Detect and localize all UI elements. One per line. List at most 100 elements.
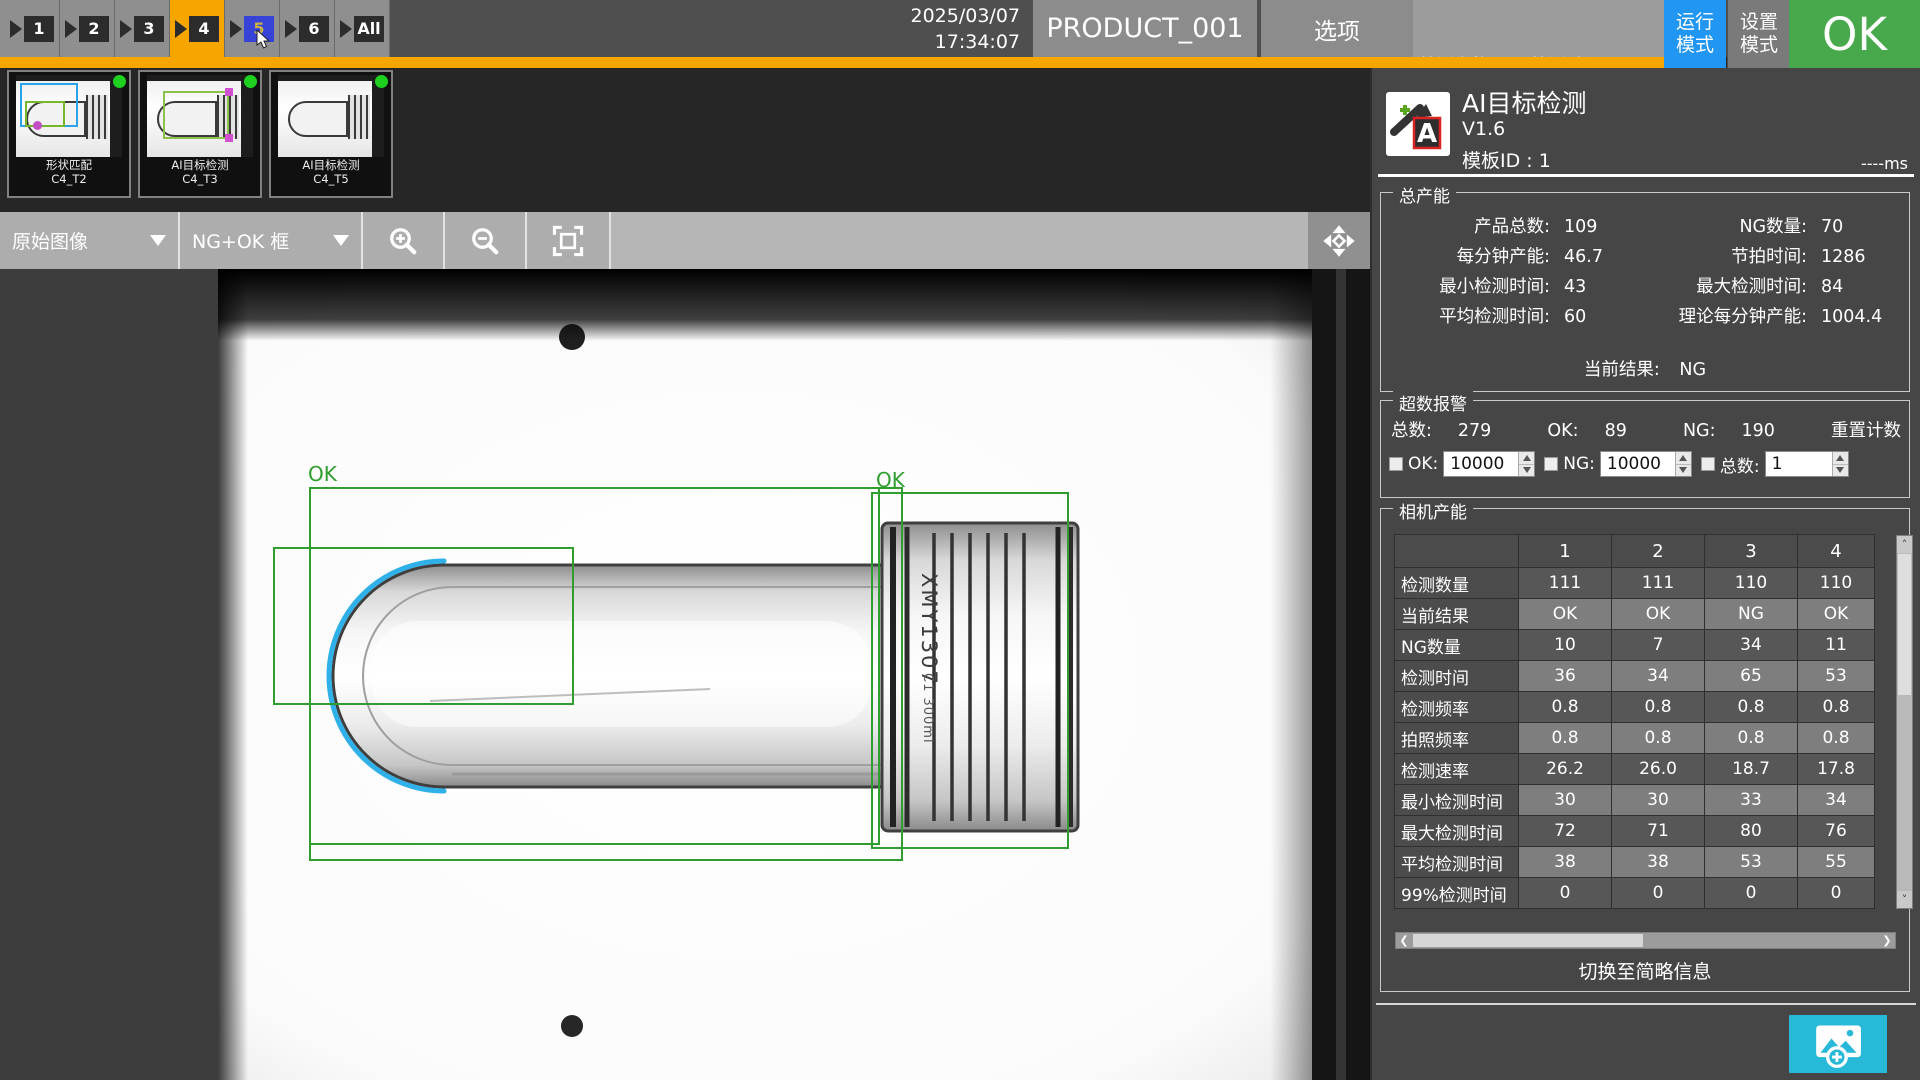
table-cell: 7 xyxy=(1611,629,1705,661)
spinner-up-button[interactable] xyxy=(1833,452,1848,465)
table-cell: 36 xyxy=(1518,660,1612,692)
zoom-out-button[interactable] xyxy=(445,212,527,269)
product-selector[interactable]: PRODUCT_001 xyxy=(1033,0,1257,57)
tool-thumbnail[interactable]: 形状匹配 C4_T2 xyxy=(7,70,131,198)
table-header-row: 1 2 3 4 xyxy=(1395,535,1896,568)
stat-label: 节拍时间: xyxy=(1642,243,1807,268)
preform-neck xyxy=(882,523,1078,831)
current-result-value: NG xyxy=(1679,360,1706,380)
fixture-screw-top xyxy=(559,324,585,350)
spinner-down-button[interactable] xyxy=(1833,465,1848,477)
scrollbar-thumb[interactable] xyxy=(1413,934,1643,947)
thumbnail-caption: AI目标检测 C4_T5 xyxy=(302,158,359,186)
total-threshold-label: 总数: xyxy=(1720,452,1760,477)
ng-threshold-input[interactable]: 10000 xyxy=(1601,452,1675,476)
options-button[interactable]: 选项 xyxy=(1259,0,1413,57)
row-label: 检测频率 xyxy=(1394,691,1519,723)
row-label: 平均检测时间 xyxy=(1394,846,1519,878)
switch-to-brief-info-button[interactable]: 切换至简略信息 xyxy=(1381,957,1909,984)
stat-label: NG数量: xyxy=(1642,213,1807,238)
alarm-count-label: 总数: xyxy=(1391,421,1432,441)
reset-count-button[interactable]: 重置计数 xyxy=(1831,417,1901,442)
table-cell: 0 xyxy=(1518,877,1612,909)
tool-thumbnail[interactable]: AI目标检测 C4_T3 xyxy=(138,70,262,198)
add-image-icon xyxy=(1807,1020,1869,1068)
zoom-in-button[interactable] xyxy=(363,212,445,269)
image-source-dropdown[interactable]: 原始图像 xyxy=(0,212,180,269)
row-label: 最大检测时间 xyxy=(1394,815,1519,847)
scroll-down-arrow-icon[interactable]: ˅ xyxy=(1897,891,1912,908)
fixture-screw-bottom xyxy=(561,1015,583,1037)
table-cell: 30 xyxy=(1611,784,1705,816)
mouse-cursor-icon xyxy=(256,30,271,49)
count-alarm-group: 超数报警 总数:279 OK:89 NG:190 重置计数 OK: 10000 xyxy=(1380,400,1910,498)
thumbnail-image xyxy=(16,75,122,157)
table-row: 99%检测时间 0 0 0 0 xyxy=(1395,878,1896,909)
stat-label: 理论每分钟产能: xyxy=(1642,303,1807,328)
status-dot xyxy=(244,75,257,88)
table-vertical-scrollbar[interactable]: ˄ ˅ xyxy=(1896,535,1913,909)
table-horizontal-scrollbar[interactable]: ❮ ❯ xyxy=(1395,932,1896,949)
tool-thumbnail[interactable]: AI目标检测 C4_T5 xyxy=(269,70,393,198)
column-header: 1 xyxy=(1518,534,1612,568)
table-row: NG数量 10 7 34 11 xyxy=(1395,630,1896,661)
table-cell: 0.8 xyxy=(1518,691,1612,723)
camera-tab[interactable]: 6 xyxy=(280,0,335,57)
zoom-in-icon xyxy=(388,226,418,256)
run-mode-button[interactable]: 运行 模式 xyxy=(1664,0,1726,68)
camera-tab[interactable]: All xyxy=(335,0,390,57)
table-cell: 0 xyxy=(1611,877,1705,909)
image-source-value: 原始图像 xyxy=(12,227,88,254)
table-row: 最大检测时间 72 71 80 76 xyxy=(1395,816,1896,847)
stat-label: 产品总数: xyxy=(1385,213,1550,238)
total-threshold-checkbox[interactable] xyxy=(1701,457,1715,471)
camera-tab[interactable]: 4 xyxy=(170,0,225,57)
spinner-down-button[interactable] xyxy=(1519,465,1534,477)
spinner-up-button[interactable] xyxy=(1676,452,1691,465)
panel-divider xyxy=(1376,1003,1916,1005)
thumb-green-box xyxy=(25,101,65,127)
table-row: 最小检测时间 30 30 33 34 xyxy=(1395,785,1896,816)
stat-value: 1286 xyxy=(1821,247,1899,267)
ok-threshold-checkbox[interactable] xyxy=(1389,457,1403,471)
setup-mode-button[interactable]: 设置 模式 xyxy=(1727,0,1790,68)
spinner-up-button[interactable] xyxy=(1519,452,1534,465)
scroll-left-arrow-icon[interactable]: ❮ xyxy=(1396,933,1412,948)
zoom-out-icon xyxy=(470,226,500,256)
table-cell: 33 xyxy=(1704,784,1798,816)
detect-result-label: OK xyxy=(876,468,906,492)
camera-icon xyxy=(230,20,242,38)
bottle-marking-text-2: C1 300ml xyxy=(920,673,935,744)
camera-tab[interactable]: 3 xyxy=(115,0,170,57)
camera-tab[interactable]: 1 xyxy=(5,0,60,57)
stat-pair: 最大检测时间: 84 xyxy=(1642,273,1899,298)
bottle-marking-text: XMY1307 xyxy=(917,573,941,686)
save-snapshot-button[interactable] xyxy=(1789,1015,1887,1073)
fit-to-screen-button[interactable] xyxy=(527,212,611,269)
pan-tool-button[interactable] xyxy=(1308,212,1370,269)
spinner-down-button[interactable] xyxy=(1676,465,1691,477)
thumb-preform xyxy=(288,101,348,137)
tool-id: C4_T5 xyxy=(302,172,359,186)
scrollbar-thumb[interactable] xyxy=(1898,554,1911,695)
ng-threshold-checkbox[interactable] xyxy=(1544,457,1558,471)
scroll-up-arrow-icon[interactable]: ˄ xyxy=(1897,536,1912,553)
camera-tab-label: 3 xyxy=(134,16,164,42)
tool-id: C4_T3 xyxy=(171,172,228,186)
run-mode-label-1: 运行 xyxy=(1676,11,1714,34)
ok-threshold-input[interactable]: 10000 xyxy=(1444,452,1518,476)
thumbnail-caption: AI目标检测 C4_T3 xyxy=(171,158,228,186)
table-row: 检测数量 111 111 110 110 xyxy=(1395,568,1896,599)
left-feather xyxy=(218,269,248,1080)
table-cell: 0.8 xyxy=(1611,722,1705,754)
thumb-dark-band-top xyxy=(278,75,384,81)
camera-tab[interactable]: 5 xyxy=(225,0,280,57)
total-threshold-input[interactable]: 1 xyxy=(1766,452,1832,476)
cycle-time-ms: ----ms xyxy=(1861,154,1908,173)
scroll-right-arrow-icon[interactable]: ❯ xyxy=(1879,933,1895,948)
camera-tab[interactable]: 2 xyxy=(60,0,115,57)
group-title: 相机产能 xyxy=(1393,498,1473,523)
table-cell: 72 xyxy=(1518,815,1612,847)
camera-image-viewer[interactable]: XMY1307 C1 300ml OK OK xyxy=(0,269,1370,1080)
overlay-mode-dropdown[interactable]: NG+OK 框 xyxy=(180,212,363,269)
